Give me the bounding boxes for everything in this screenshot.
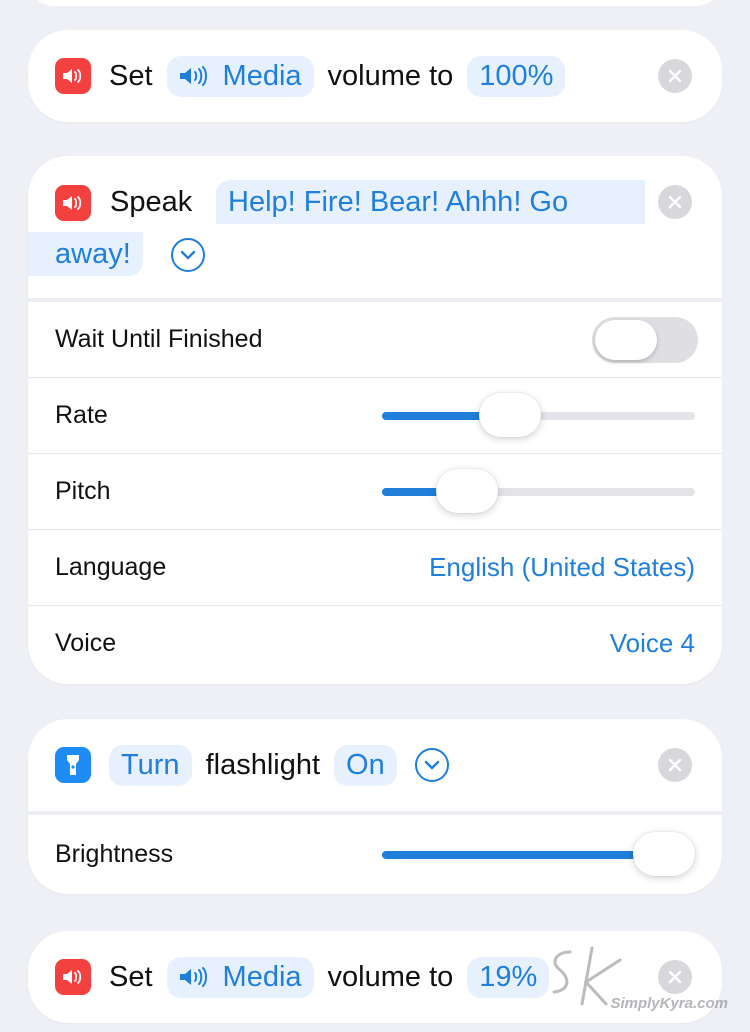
language-value[interactable]: English (United States) <box>429 552 695 583</box>
brightness-label: Brightness <box>55 840 174 868</box>
speaker-app-icon <box>55 959 91 995</box>
remove-action-button[interactable] <box>658 185 692 219</box>
chevron-down-icon <box>180 250 196 260</box>
language-label: Language <box>55 553 167 581</box>
pitch-row: Pitch <box>28 454 722 529</box>
pitch-slider[interactable] <box>382 468 695 513</box>
expand-chevron-button[interactable] <box>414 748 449 782</box>
watermark-text: SimplyKyra.com <box>610 995 728 1012</box>
remove-action-button[interactable] <box>658 59 692 93</box>
flashlight-word: flashlight <box>205 748 321 781</box>
close-icon <box>668 758 682 772</box>
rate-label: Rate <box>55 401 108 429</box>
speak-header: Speak Help! Fire! Bear! Ahhh! Go away! <box>28 156 722 298</box>
voice-value[interactable]: Voice 4 <box>610 628 695 659</box>
action-verb: Set <box>109 59 153 92</box>
remove-action-button[interactable] <box>658 748 692 782</box>
speaker-app-icon <box>55 58 91 94</box>
wait-label: Wait Until Finished <box>55 325 263 353</box>
flashlight-header: Turn flashlight On <box>28 719 722 811</box>
rate-slider[interactable] <box>382 392 695 437</box>
speak-text-line2[interactable]: away! <box>28 232 143 276</box>
action-middle-text: volume to <box>327 59 454 92</box>
voice-row[interactable]: Voice Voice 4 <box>28 606 722 681</box>
flashlight-app-icon <box>55 747 91 783</box>
language-row[interactable]: Language English (United States) <box>28 530 722 605</box>
state-token[interactable]: On <box>334 744 397 786</box>
media-target-label: Media <box>222 59 302 92</box>
rate-row: Rate <box>28 378 722 453</box>
speaker-icon <box>179 65 213 87</box>
volume-value-token[interactable]: 19% <box>467 956 550 998</box>
set-volume-action-card[interactable]: Set Media volume to 100% <box>28 30 722 122</box>
previous-card-edge <box>28 0 722 6</box>
expand-chevron-button[interactable] <box>171 238 205 272</box>
remove-action-button[interactable] <box>658 960 692 994</box>
media-target-token[interactable]: Media <box>166 956 314 998</box>
turn-token[interactable]: Turn <box>109 744 192 786</box>
action-middle-text: volume to <box>327 960 454 993</box>
speaker-app-icon <box>55 185 91 221</box>
action-verb: Set <box>109 960 153 993</box>
media-target-label: Media <box>222 960 302 993</box>
close-icon <box>668 195 682 209</box>
brightness-slider[interactable] <box>382 831 695 876</box>
speak-action-card[interactable]: Speak Help! Fire! Bear! Ahhh! Go away! W… <box>28 156 722 684</box>
wait-until-finished-row: Wait Until Finished <box>28 302 722 377</box>
wait-toggle[interactable] <box>592 316 698 363</box>
chevron-down-icon <box>424 760 439 770</box>
close-icon <box>668 69 682 83</box>
media-target-token[interactable]: Media <box>166 55 314 97</box>
voice-label: Voice <box>55 629 117 657</box>
speak-text-line1[interactable]: Help! Fire! Bear! Ahhh! Go <box>216 180 645 224</box>
close-icon <box>668 970 682 984</box>
flashlight-action-card[interactable]: Turn flashlight On Brightness <box>28 719 722 894</box>
pitch-label: Pitch <box>55 477 111 505</box>
brightness-row: Brightness <box>28 815 722 894</box>
volume-value-token[interactable]: 100% <box>467 55 566 97</box>
speaker-icon <box>179 966 213 988</box>
speak-verb: Speak <box>110 186 193 218</box>
